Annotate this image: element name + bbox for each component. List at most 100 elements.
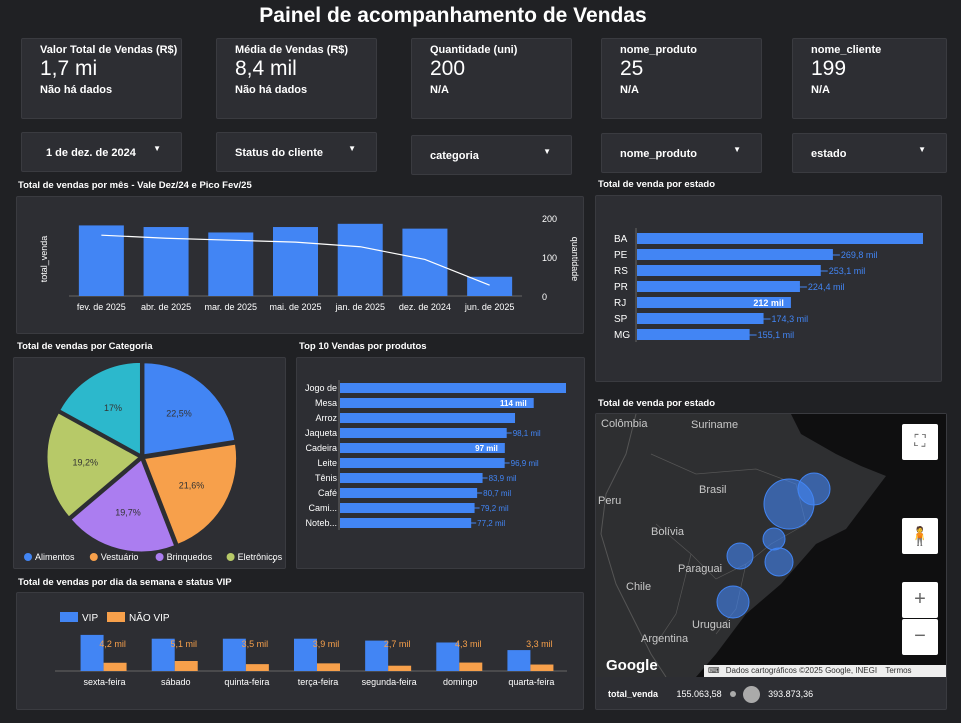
bar-jan. de 2025 <box>337 223 383 296</box>
monthly-chart: total_venda quantidade 200 100 0 fev. de… <box>39 214 580 312</box>
filter-label: categoria <box>430 150 479 162</box>
estado-filter[interactable]: estado ▼ <box>792 133 947 173</box>
value-label: 98,1 mil <box>513 429 541 438</box>
bar-Arroz <box>340 413 516 423</box>
kpi-label: nome_cliente <box>811 44 882 56</box>
map-bubble-rj[interactable] <box>764 547 794 577</box>
dashboard-title: Painel de acompanhamento de Vendas <box>259 4 647 27</box>
kpi-sub: N/A <box>430 84 449 96</box>
slice-label: 19,2% <box>72 458 98 468</box>
nao-vip-value-label: 3,9 mil <box>313 639 340 649</box>
chevron-down-icon: ▼ <box>543 147 551 156</box>
chevron-down-icon: ▼ <box>918 145 926 154</box>
legend-min-value: 155.063,58 <box>676 688 722 699</box>
map-svg: Colômbia Suriname Peru Brasil Bolívia Pa… <box>596 414 886 677</box>
kpi-card-nome-produto: nome_produto 25 N/A <box>601 38 762 119</box>
nao-vip-value-label: 4,2 mil <box>99 639 126 649</box>
x-tick-label: jun. de 2025 <box>464 302 515 312</box>
chevron-down-icon: ▼ <box>733 145 741 154</box>
bar-PE <box>637 249 833 260</box>
legend-large-circle-icon <box>742 686 760 703</box>
value-label: 80,7 mil <box>483 489 511 498</box>
filter-label: estado <box>811 148 847 160</box>
category-pie-chart: 22,5% 21,6% 19,7% 19,2% 17% Alimentos Vestuári… <box>24 361 283 567</box>
state-label: SP <box>614 314 628 325</box>
value-label: 79,2 mil <box>481 504 509 513</box>
x-tick-label: abr. de 2025 <box>141 302 191 312</box>
google-logo: Google <box>606 657 658 674</box>
zoom-in-button[interactable]: + <box>902 582 938 618</box>
map-legend: total_venda 155.063,58 393.873,36 <box>608 686 813 703</box>
product-label: Noteb... <box>305 518 337 528</box>
monthly-chart-title: Total de vendas por mês - Vale Dez/24 e … <box>18 180 252 191</box>
bar-nao-vip-sexta-feira <box>103 662 127 671</box>
value-label: 83,9 mil <box>489 474 517 483</box>
kpi-label: Média de Vendas (R$) <box>235 44 349 56</box>
state-label: PR <box>614 282 628 293</box>
map-bubble-pe[interactable] <box>797 472 831 506</box>
terms-link[interactable]: Termos <box>879 666 911 675</box>
map-label-chile: Chile <box>626 581 651 593</box>
bar-nao-vip-domingo <box>459 662 483 671</box>
map-label-argentina: Argentina <box>641 633 689 645</box>
kpi-card-nome-cliente: nome_cliente 199 N/A <box>792 38 947 119</box>
street-view-pegman-icon[interactable]: 🧍 <box>902 518 938 554</box>
keyboard-icon[interactable]: ⌨ <box>704 666 724 675</box>
zoom-out-button[interactable]: − <box>902 619 938 655</box>
chevron-down-icon: ▼ <box>153 144 161 153</box>
kpi-sub: Não há dados <box>235 84 308 96</box>
value-label: 224,4 mil <box>808 282 845 292</box>
x-tick-label: mai. de 2025 <box>269 302 321 312</box>
state-label: RJ <box>614 298 626 309</box>
product-label: Tênis <box>315 473 338 483</box>
kpi-label: Quantidade (uni) <box>430 44 518 56</box>
map-label-peru: Peru <box>598 495 621 507</box>
kpi-sub: N/A <box>620 84 639 96</box>
map-canvas[interactable]: Colômbia Suriname Peru Brasil Bolívia Pa… <box>596 414 946 677</box>
state-chart-title: Total de venda por estado <box>598 179 716 190</box>
value-label: 96,9 mil <box>511 459 539 468</box>
value-label: 155,1 mil <box>758 330 795 340</box>
kpi-value: 25 <box>620 57 644 80</box>
date-range-filter[interactable]: 1 de dez. de 2024 ▼ <box>21 132 182 172</box>
map-label-bolivia: Bolívia <box>651 526 685 538</box>
nome-produto-filter[interactable]: nome_produto ▼ <box>601 133 762 173</box>
map-label-uruguai: Uruguai <box>692 619 731 631</box>
weekday-chart-title: Total de vendas por dia da semana e stat… <box>18 577 232 588</box>
kpi-card-total-vendas: Valor Total de Vendas (R$) 1,7 mi Não há… <box>21 38 182 119</box>
weekday-chart-card: VIP NÃO VIP 4,2 mil sexta-feira 5,1 mil sáb… <box>16 592 584 710</box>
legend-vip-label: VIP <box>82 613 98 624</box>
product-label: Leite <box>317 458 337 468</box>
bar-RS <box>637 265 821 276</box>
slice-label: 17% <box>104 403 122 413</box>
monthly-chart-card: total_venda quantidade 200 100 0 fev. de… <box>16 196 584 334</box>
value-label: 174,3 mil <box>772 314 809 324</box>
bar-Café <box>340 488 478 498</box>
bar-nao-vip-quinta-feira <box>245 664 269 671</box>
kpi-value: 8,4 mil <box>235 57 297 80</box>
product-label: Cadeira <box>305 443 337 453</box>
kpi-card-media-vendas: Média de Vendas (R$) 8,4 mil Não há dado… <box>216 38 377 119</box>
status-cliente-filter[interactable]: Status do cliente ▼ <box>216 132 377 172</box>
map-label-brasil: Brasil <box>699 484 727 496</box>
map-bubble-sp[interactable] <box>726 542 754 570</box>
category-chart-card: 22,5% 21,6% 19,7% 19,2% 17% Alimentos Vestuári… <box>13 357 286 569</box>
categoria-filter[interactable]: categoria ▼ <box>411 135 572 175</box>
legend-swatch <box>226 553 235 561</box>
bar-dez. de 2024 <box>402 228 448 296</box>
y2-axis-label: quantidade <box>570 237 580 282</box>
x-tick-label: dez. de 2024 <box>399 302 451 312</box>
legend-label: Vestuário <box>101 552 139 562</box>
product-label: Arroz <box>315 413 337 423</box>
map-bubble-pr[interactable] <box>716 585 750 619</box>
kpi-label: nome_produto <box>620 44 697 56</box>
x-tick-label: mar. de 2025 <box>205 302 258 312</box>
value-label: 97 mil <box>475 444 498 453</box>
legend-swatch <box>24 553 32 561</box>
y2-tick-label: 0 <box>542 292 547 302</box>
legend-label: Alimentos <box>35 552 75 562</box>
fullscreen-button[interactable]: ⛶ <box>902 424 938 460</box>
map-bubble-mg[interactable] <box>762 527 786 551</box>
nao-vip-value-label: 4,3 mil <box>455 639 482 649</box>
bar-vip-quarta-feira <box>507 650 531 671</box>
